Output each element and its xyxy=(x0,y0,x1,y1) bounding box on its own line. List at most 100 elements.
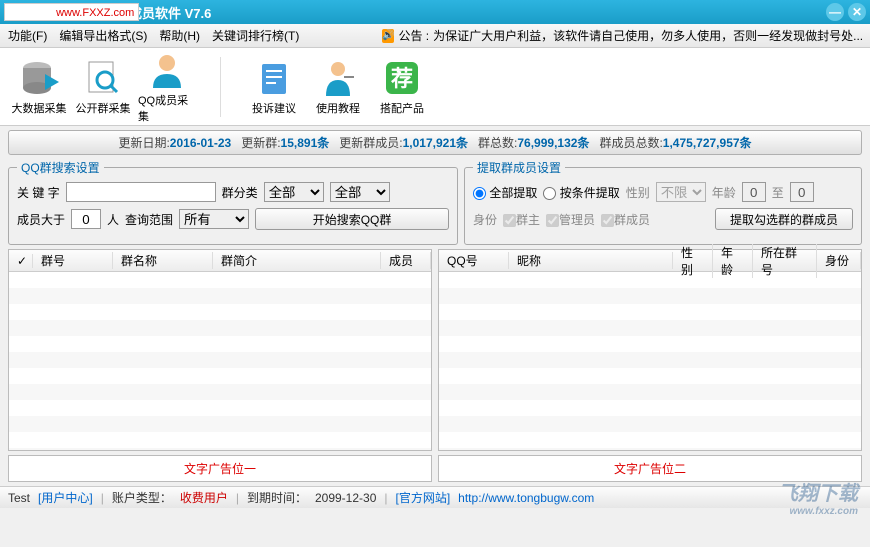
tool-bigdata-label: 大数据采集 xyxy=(12,100,67,116)
role-owner-cb[interactable] xyxy=(503,214,516,227)
role-label: 身份 xyxy=(473,211,497,228)
membergt-input[interactable] xyxy=(71,209,101,229)
svg-text:荐: 荐 xyxy=(391,66,413,91)
person-icon xyxy=(147,50,187,90)
stats-newgroup-label: 更新群: xyxy=(241,136,280,150)
tool-match[interactable]: 荐 搭配产品 xyxy=(371,54,433,120)
extract-legend: 提取群成员设置 xyxy=(473,159,565,176)
minimize-button[interactable]: — xyxy=(826,3,844,21)
ad-slot-2[interactable]: 文字广告位二 xyxy=(438,455,862,482)
col-check[interactable]: ✓ xyxy=(9,254,33,268)
recommend-icon: 荐 xyxy=(382,58,422,98)
member-table-body[interactable] xyxy=(439,272,861,450)
radio-all[interactable] xyxy=(473,187,486,200)
stats-newmember-label: 更新群成员: xyxy=(339,136,402,150)
col-members[interactable]: 成员 xyxy=(381,252,431,269)
stats-newgroup-val: 15,891条 xyxy=(281,136,330,150)
announcement: 🔊 公告 : 为保证广大用户利益，该软件请自己使用，勿多人使用，否则一经发现做封… xyxy=(382,27,862,44)
tool-complain-label: 投诉建议 xyxy=(252,100,296,116)
search-button[interactable]: 开始搜索QQ群 xyxy=(255,208,449,230)
teacher-icon xyxy=(318,58,358,98)
membergt-unit: 人 xyxy=(107,211,119,228)
tool-public[interactable]: 公开群采集 xyxy=(72,54,134,120)
group-table-header: ✓ 群号 群名称 群简介 成员 xyxy=(9,250,431,272)
title-bar: 飞翔下载 www.FXXZ.com 群成员软件 V7.6 — ✕ xyxy=(0,0,870,24)
ad-slot-1[interactable]: 文字广告位一 xyxy=(8,455,432,482)
role-member-cb[interactable] xyxy=(601,214,614,227)
col-name[interactable]: 群名称 xyxy=(113,252,213,269)
menu-rank[interactable]: 关键词排行榜(T) xyxy=(212,27,299,44)
stats-update-label: 更新日期: xyxy=(118,136,169,150)
col-gender[interactable]: 性别 xyxy=(673,244,713,278)
expire-val: 2099-12-30 xyxy=(315,491,376,505)
col-id[interactable]: 群号 xyxy=(33,252,113,269)
expire-label: 到期时间： xyxy=(247,489,307,506)
col-age[interactable]: 年龄 xyxy=(713,244,753,278)
category-label: 群分类 xyxy=(222,184,258,201)
keyword-input[interactable] xyxy=(66,182,216,202)
age-label: 年龄 xyxy=(712,184,736,201)
window-controls: — ✕ xyxy=(826,3,866,21)
tool-qq[interactable]: QQ成员采集 xyxy=(136,46,198,128)
extract-button[interactable]: 提取勾选群的群成员 xyxy=(715,208,853,230)
role-admin-wrap[interactable]: 管理员 xyxy=(546,211,595,228)
stats-update-val: 2016-01-23 xyxy=(170,136,231,150)
scope-select[interactable]: 所有 xyxy=(179,209,249,229)
stats-grouptotal-val: 76,999,132条 xyxy=(517,136,589,150)
tool-match-label: 搭配产品 xyxy=(380,100,424,116)
gender-label: 性别 xyxy=(626,184,650,201)
stats-bar: 更新日期:2016-01-23 更新群:15,891条 更新群成员:1,017,… xyxy=(8,130,862,155)
official-site-url[interactable]: http://www.tongbugw.com xyxy=(458,491,594,505)
announce-text: 为保证广大用户利益，该软件请自己使用，勿多人使用，否则一经发现做封号处... xyxy=(433,27,862,44)
document-search-icon xyxy=(83,58,123,98)
radio-cond[interactable] xyxy=(543,187,556,200)
stats-newmember-val: 1,017,921条 xyxy=(403,136,468,150)
col-qq[interactable]: QQ号 xyxy=(439,252,509,269)
menu-help[interactable]: 帮助(H) xyxy=(159,27,200,44)
menu-edit[interactable]: 编辑导出格式(S) xyxy=(59,27,147,44)
watermark-badge: 飞翔下载 www.FXXZ.com xyxy=(4,3,139,21)
tool-qq-label: QQ成员采集 xyxy=(138,92,196,124)
radio-all-wrap[interactable]: 全部提取 xyxy=(473,184,537,201)
radio-cond-wrap[interactable]: 按条件提取 xyxy=(543,184,619,201)
category-select-1[interactable]: 全部 xyxy=(264,182,324,202)
keyword-label: 关 键 字 xyxy=(17,184,60,201)
age-to-label: 至 xyxy=(772,184,784,201)
col-group[interactable]: 所在群号 xyxy=(753,244,817,278)
gender-select[interactable]: 不限 xyxy=(656,182,706,202)
col-role[interactable]: 身份 xyxy=(817,252,861,269)
role-admin-cb[interactable] xyxy=(546,214,559,227)
watermark-label: 飞翔下载 xyxy=(9,7,53,19)
tool-tutorial-label: 使用教程 xyxy=(316,100,360,116)
toolbar: 大数据采集 公开群采集 QQ成员采集 投诉建议 使用教程 荐 搭配产品 xyxy=(0,48,870,126)
notepad-icon xyxy=(254,58,294,98)
tool-tutorial[interactable]: 使用教程 xyxy=(307,54,369,120)
group-table: ✓ 群号 群名称 群简介 成员 xyxy=(8,249,432,451)
menu-func[interactable]: 功能(F) xyxy=(8,27,47,44)
close-button[interactable]: ✕ xyxy=(848,3,866,21)
age-to-input[interactable] xyxy=(790,182,814,202)
official-site-label[interactable]: [官方网站] xyxy=(396,489,451,506)
status-bar: Test[用户中心] | 账户类型：收费用户 | 到期时间：2099-12-30… xyxy=(0,486,870,508)
col-intro[interactable]: 群简介 xyxy=(213,252,381,269)
role-owner-wrap[interactable]: 群主 xyxy=(503,211,540,228)
stats-membertotal-label: 群成员总数: xyxy=(599,136,662,150)
search-legend: QQ群搜索设置 xyxy=(17,159,104,176)
group-table-body[interactable] xyxy=(9,272,431,450)
category-select-2[interactable]: 全部 xyxy=(330,182,390,202)
tool-bigdata[interactable]: 大数据采集 xyxy=(8,54,70,120)
toolbar-separator xyxy=(220,57,221,117)
watermark-url: www.FXXZ.com xyxy=(56,7,134,19)
announce-prefix: 公告 : xyxy=(398,27,429,44)
tool-complain[interactable]: 投诉建议 xyxy=(243,54,305,120)
age-from-input[interactable] xyxy=(742,182,766,202)
status-user: Test xyxy=(8,491,30,505)
stats-grouptotal-label: 群总数: xyxy=(478,136,517,150)
speaker-icon: 🔊 xyxy=(382,29,394,43)
scope-label: 查询范围 xyxy=(125,211,173,228)
user-center-link[interactable]: [用户中心] xyxy=(38,489,93,506)
role-member-wrap[interactable]: 群成员 xyxy=(601,211,650,228)
member-table: QQ号 昵称 性别 年龄 所在群号 身份 xyxy=(438,249,862,451)
col-nick[interactable]: 昵称 xyxy=(509,252,673,269)
database-icon xyxy=(19,58,59,98)
